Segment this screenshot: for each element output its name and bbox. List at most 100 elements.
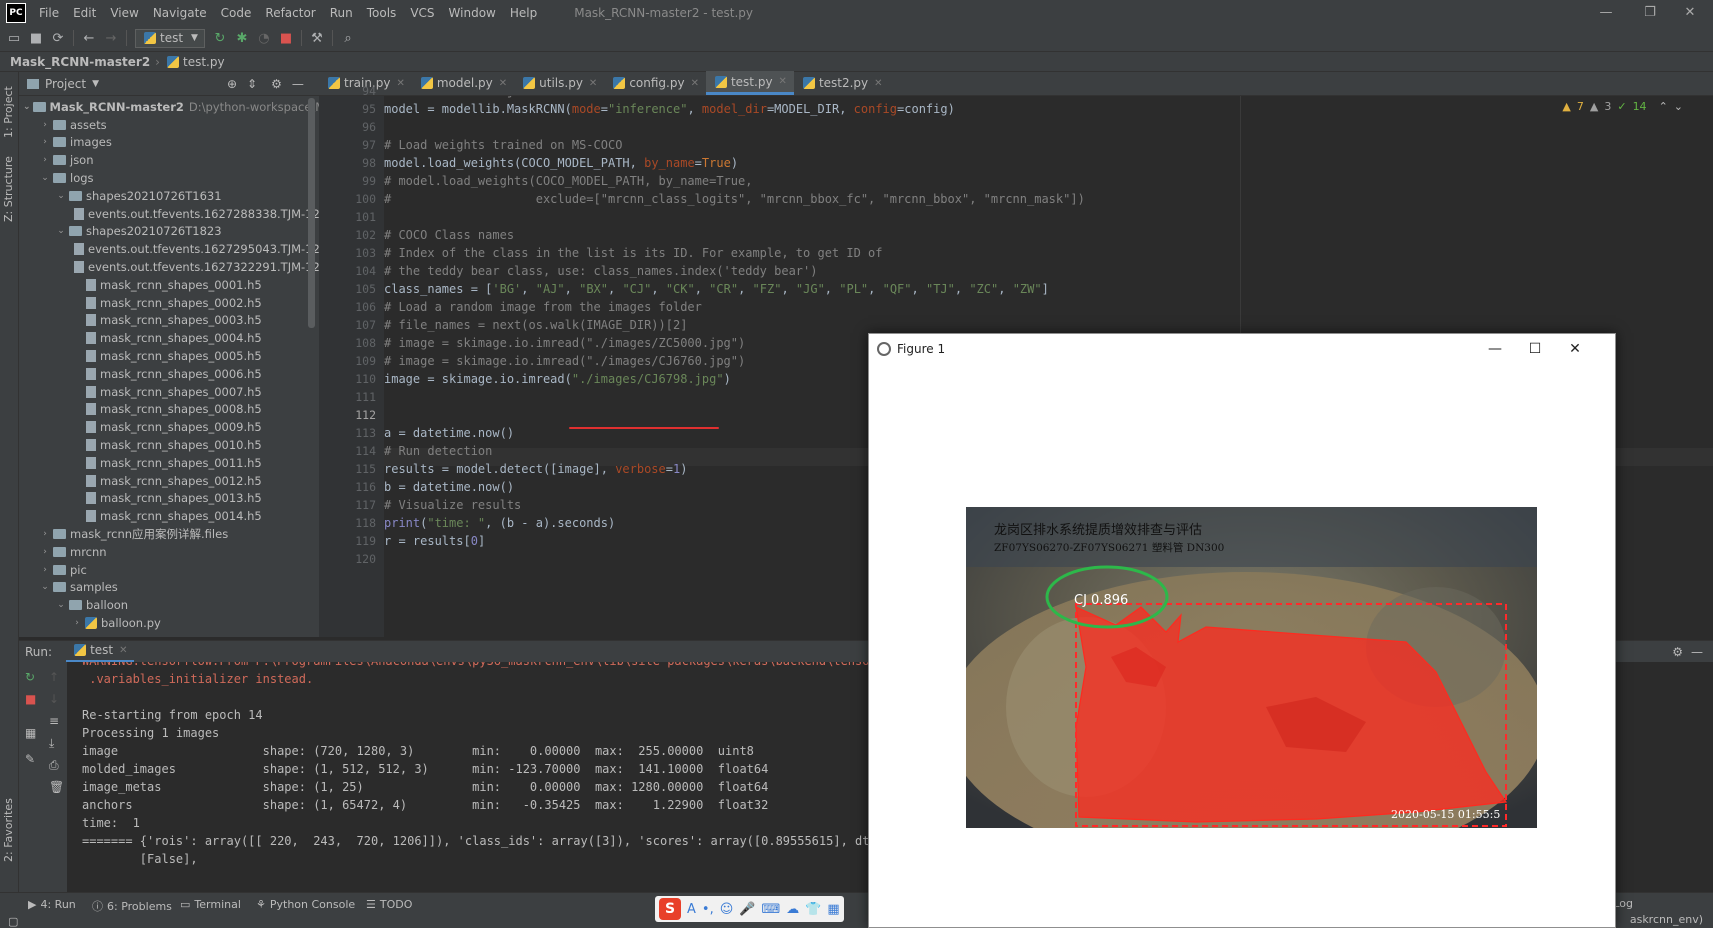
editor-tab[interactable]: config.py ✕ <box>604 71 706 95</box>
tree-item[interactable]: ⌄ balloon <box>19 596 319 614</box>
collapse-all-icon[interactable]: ⇕ <box>247 77 257 91</box>
tree-item[interactable]: › images <box>19 134 319 152</box>
print-icon[interactable]: ⎙ <box>49 758 59 773</box>
ime-grid-icon[interactable]: ▦ <box>827 902 839 917</box>
tree-item[interactable]: events.out.tfevents.1627288338.TJM-1242 <box>19 205 319 223</box>
tree-item[interactable]: mask_rcnn_shapes_0003.h5 <box>19 312 319 330</box>
menu-edit[interactable]: Edit <box>66 6 103 20</box>
chevron-down-icon[interactable]: ⌄ <box>55 191 67 201</box>
coverage-icon[interactable]: ◔ <box>253 27 275 49</box>
rerun-icon[interactable]: ↻ <box>25 670 35 684</box>
search-icon[interactable]: ⌕ <box>337 27 359 49</box>
tree-item[interactable]: mask_rcnn_shapes_0001.h5 <box>19 276 319 294</box>
editor-tab[interactable]: utils.py ✕ <box>514 71 604 95</box>
layout-icon[interactable]: ▦ <box>25 726 36 740</box>
tree-item[interactable]: › balloon.py <box>19 614 319 632</box>
chevron-down-icon[interactable]: ⌄ <box>55 600 67 610</box>
tree-item[interactable]: mask_rcnn_shapes_0006.h5 <box>19 365 319 383</box>
sync-icon[interactable]: ⟳ <box>47 27 69 49</box>
scroll-to-end-icon[interactable]: ⤓ <box>49 736 54 751</box>
tree-item[interactable]: ⌄ samples <box>19 579 319 597</box>
menu-navigate[interactable]: Navigate <box>146 6 214 20</box>
ime-skin-icon[interactable]: 👕 <box>805 902 821 917</box>
debug-icon[interactable]: ✱ <box>231 27 253 49</box>
close-tab-icon[interactable]: ✕ <box>499 78 507 89</box>
gear-icon[interactable]: ⚙ <box>1672 645 1683 659</box>
chevron-down-icon[interactable]: ⌄ <box>39 173 51 183</box>
tool-tab-run[interactable]: ▶ 4: Run <box>28 898 76 911</box>
menu-help[interactable]: Help <box>503 6 544 20</box>
tree-item[interactable]: mask_rcnn_shapes_0010.h5 <box>19 436 319 454</box>
tree-item[interactable]: mask_rcnn_shapes_0004.h5 <box>19 329 319 347</box>
tree-item[interactable]: › assets <box>19 116 319 134</box>
tree-item[interactable]: events.out.tfevents.1627295043.TJM-1242 <box>19 240 319 258</box>
down-arrow-icon[interactable]: ↓ <box>49 692 59 706</box>
tool-tab-terminal[interactable]: ▭ Terminal <box>180 898 241 911</box>
tree-item[interactable]: mask_rcnn_shapes_0008.h5 <box>19 401 319 419</box>
close-tab-icon[interactable]: ✕ <box>691 78 699 89</box>
open-folder-icon[interactable]: ▭ <box>3 27 25 49</box>
tree-item[interactable]: › mask_rcnn应用案例详解.files <box>19 525 319 543</box>
hide-panel-icon[interactable]: — <box>292 77 304 91</box>
hide-panel-icon[interactable]: — <box>1691 645 1703 659</box>
chevron-right-icon[interactable]: › <box>39 547 51 557</box>
tree-item[interactable]: › mrcnn <box>19 543 319 561</box>
menu-window[interactable]: Window <box>442 6 503 20</box>
chevron-down-icon[interactable]: ▼ <box>92 79 99 89</box>
tool-tab-python-console[interactable]: ⚘ Python Console <box>256 898 355 911</box>
menu-refactor[interactable]: Refactor <box>258 6 322 20</box>
tree-item[interactable]: mask_rcnn_shapes_0012.h5 <box>19 472 319 490</box>
locate-icon[interactable]: ⊕ <box>227 77 237 91</box>
tree-item[interactable]: mask_rcnn_shapes_0013.h5 <box>19 490 319 508</box>
figure-minimize-icon[interactable]: — <box>1475 338 1515 360</box>
tree-item[interactable]: events.out.tfevents.1627322291.TJM-1242 <box>19 258 319 276</box>
ime-punct-icon[interactable]: •, <box>702 902 714 917</box>
structure-tool-tab[interactable]: Z: Structure <box>2 152 15 222</box>
editor-tab[interactable]: model.py ✕ <box>412 71 514 95</box>
close-window-icon[interactable]: ✕ <box>1667 0 1713 25</box>
pin-icon[interactable]: ✎ <box>25 752 35 766</box>
close-tab-icon[interactable]: ✕ <box>874 78 882 89</box>
menu-code[interactable]: Code <box>214 6 259 20</box>
interpreter-status[interactable]: askrcnn_env) <box>1630 913 1703 926</box>
close-tab-icon[interactable]: ✕ <box>779 76 787 87</box>
back-icon[interactable]: ← <box>78 27 100 49</box>
tree-item[interactable]: mask_rcnn_shapes_0011.h5 <box>19 454 319 472</box>
chevron-right-icon[interactable]: › <box>39 565 51 575</box>
tree-root[interactable]: ⌄ Mask_RCNN-master2 D:\python-workspace\… <box>19 98 319 116</box>
tree-item[interactable]: › pic <box>19 561 319 579</box>
run-config-dropdown[interactable]: test ▼ <box>135 28 205 48</box>
ime-user-icon[interactable]: ☁ <box>786 902 799 917</box>
tree-item[interactable]: mask_rcnn_shapes_0002.h5 <box>19 294 319 312</box>
ime-emoji-icon[interactable]: ☺ <box>720 902 734 917</box>
editor-tab[interactable]: test.py ✕ <box>705 71 794 95</box>
ime-toolbar[interactable]: S A •, ☺ 🎤 ⌨ ☁ 👕 ▦ <box>655 896 844 922</box>
trash-icon[interactable]: 🗑 <box>49 780 64 794</box>
tree-item[interactable]: mask_rcnn_shapes_0014.h5 <box>19 507 319 525</box>
close-tab-icon[interactable]: ✕ <box>396 78 404 89</box>
close-icon[interactable]: ✕ <box>119 645 127 656</box>
tree-item[interactable]: ⌄ shapes20210726T1823 <box>19 223 319 241</box>
ime-mic-icon[interactable]: 🎤 <box>739 902 755 917</box>
tool-tab-problems[interactable]: ⓘ 6: Problems <box>92 898 172 914</box>
forward-icon[interactable]: → <box>100 27 122 49</box>
chevron-down-icon[interactable]: ⌄ <box>39 582 51 592</box>
breadcrumb-project[interactable]: Mask_RCNN-master2 <box>10 55 150 69</box>
ime-mode-icon[interactable]: A <box>687 902 696 917</box>
rerun-icon[interactable]: ↻ <box>209 27 231 49</box>
chevron-right-icon[interactable]: › <box>39 155 51 165</box>
stop-icon[interactable]: ■ <box>275 27 297 49</box>
chevron-right-icon[interactable]: › <box>71 618 83 628</box>
tree-item[interactable]: › json <box>19 151 319 169</box>
tree-item[interactable]: mask_rcnn_shapes_0009.h5 <box>19 418 319 436</box>
menu-view[interactable]: View <box>103 6 145 20</box>
chevron-up-icon[interactable]: ⌃ <box>1659 100 1668 113</box>
gear-icon[interactable]: ⚙ <box>271 77 282 91</box>
menu-vcs[interactable]: VCS <box>403 6 441 20</box>
close-tab-icon[interactable]: ✕ <box>589 78 597 89</box>
tree-item[interactable]: ⌄ shapes20210726T1631 <box>19 187 319 205</box>
menu-file[interactable]: File <box>32 6 66 20</box>
stop-icon[interactable]: ■ <box>25 692 36 706</box>
inspection-widget[interactable]: ▲ 7 ▲ 3 ✓ 14 ⌃ ⌄ <box>1562 100 1683 113</box>
favorites-tool-tab[interactable]: 2: Favorites <box>2 792 15 862</box>
